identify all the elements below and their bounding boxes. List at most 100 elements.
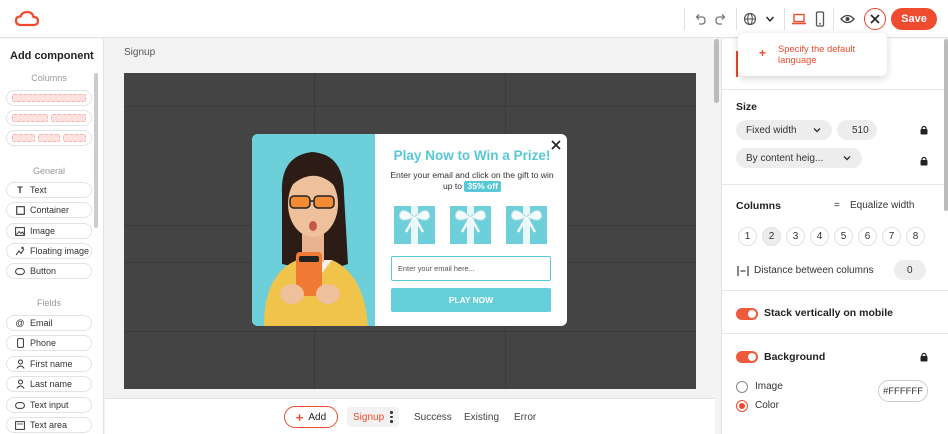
background-toggle[interactable]: [736, 351, 758, 363]
column-count-2[interactable]: 2: [762, 227, 781, 246]
component-image[interactable]: Image: [6, 223, 92, 239]
column-count-7[interactable]: 7: [882, 227, 901, 246]
canvas-scrollbar[interactable]: [714, 39, 719, 103]
redo-icon[interactable]: [711, 9, 731, 29]
column-count-5[interactable]: 5: [834, 227, 853, 246]
column-count-3[interactable]: 3: [786, 227, 805, 246]
column-count-1[interactable]: 1: [738, 227, 757, 246]
more-options-icon[interactable]: [390, 411, 393, 423]
stack-mobile-toggle[interactable]: [736, 308, 758, 320]
popup-image[interactable]: [252, 134, 375, 326]
chevron-down-icon: [813, 128, 821, 133]
chevron-down-icon: [843, 156, 851, 161]
column-count-4[interactable]: 4: [810, 227, 829, 246]
container-icon: [15, 205, 25, 215]
toolbar-divider: [684, 8, 685, 30]
woman-with-phone-illustration: [252, 134, 375, 326]
section-label-fields: Fields: [36, 298, 61, 308]
background-color-radio[interactable]: [736, 400, 748, 412]
grid-line: [124, 106, 696, 107]
columns-heading: Columns: [736, 200, 781, 212]
lock-icon[interactable]: [920, 125, 928, 135]
button-icon: [15, 266, 25, 276]
properties-scrollbar[interactable]: [944, 39, 948, 211]
component-text[interactable]: T Text: [6, 182, 92, 198]
mobile-icon[interactable]: [810, 9, 830, 29]
popup-email-input[interactable]: [391, 256, 551, 281]
background-color-input[interactable]: #FFFFFF: [878, 380, 928, 402]
gift-box-icon[interactable]: [505, 202, 548, 245]
size-heading: Size: [736, 101, 758, 113]
lock-icon[interactable]: [920, 156, 928, 166]
undo-icon[interactable]: [690, 9, 710, 29]
section-label-general: General: [32, 166, 66, 176]
text-input-icon: [15, 400, 25, 410]
gift-box-icon[interactable]: [393, 202, 436, 245]
page-tab-error[interactable]: Error: [514, 407, 536, 427]
editor-canvas[interactable]: Play Now to Win a Prize! Enter your emai…: [124, 73, 696, 389]
field-phone[interactable]: Phone: [6, 335, 92, 351]
component-label: First name: [30, 359, 73, 369]
page-tab-existing[interactable]: Existing: [464, 407, 499, 427]
discount-badge: 35% off: [464, 181, 502, 192]
stack-mobile-label: Stack vertically on mobile: [764, 307, 893, 319]
height-mode-value: By content heig...: [746, 152, 824, 164]
equalize-icon[interactable]: =: [834, 200, 840, 211]
component-label: Button: [30, 266, 57, 276]
column-count-8[interactable]: 8: [906, 227, 925, 246]
save-button[interactable]: Save: [891, 8, 937, 30]
field-last-name[interactable]: Last name: [6, 376, 92, 392]
column-layout-1[interactable]: [6, 90, 92, 106]
floating-image-icon: [15, 246, 25, 256]
width-value-input[interactable]: 510: [837, 120, 877, 140]
component-container[interactable]: Container: [6, 202, 92, 218]
field-text-input[interactable]: Text input: [6, 397, 92, 413]
equalize-width-button[interactable]: Equalize width: [850, 200, 914, 211]
column-layout-3[interactable]: [6, 130, 92, 146]
play-now-button[interactable]: PLAY NOW: [391, 288, 551, 312]
page-label: Signup: [124, 47, 156, 58]
component-button[interactable]: Button: [6, 263, 92, 279]
lock-icon[interactable]: [920, 352, 928, 362]
background-image-radio[interactable]: [736, 381, 748, 393]
specify-default-language-option[interactable]: Specify the default language: [778, 43, 878, 65]
section-divider: [722, 89, 948, 90]
close-icon: [870, 14, 880, 24]
component-label: Phone: [30, 338, 57, 348]
field-email[interactable]: @ Email: [6, 315, 92, 331]
gift-box-icon[interactable]: [449, 202, 492, 245]
field-text-area[interactable]: Text area: [6, 417, 92, 433]
close-editor-button[interactable]: [864, 8, 886, 30]
at-icon: @: [15, 318, 25, 328]
component-floating-image[interactable]: Floating image: [6, 243, 92, 259]
section-divider: [722, 290, 948, 291]
laptop-icon[interactable]: [789, 9, 809, 29]
column-layout-2[interactable]: [6, 110, 92, 126]
image-icon: [15, 226, 25, 236]
column-distance-input[interactable]: 0: [894, 260, 926, 280]
text-area-icon: [15, 420, 25, 430]
component-label: Last name: [30, 379, 73, 389]
popup-preview[interactable]: Play Now to Win a Prize! Enter your emai…: [252, 134, 567, 326]
globe-icon[interactable]: [740, 9, 760, 29]
page-tab-signup[interactable]: Signup: [347, 407, 399, 427]
field-first-name[interactable]: First name: [6, 356, 92, 372]
logo-icon[interactable]: [14, 10, 40, 28]
person-icon: [15, 359, 25, 369]
toolbar-divider: [784, 8, 785, 30]
language-dropdown: + Specify the default language: [738, 33, 887, 76]
add-component-panel: Add component Columns General T Text Con…: [0, 39, 104, 434]
background-image-label: Image: [755, 381, 783, 392]
distance-label: Distance between columns: [754, 265, 874, 276]
left-panel-scrollbar[interactable]: [94, 73, 98, 228]
add-page-button[interactable]: + Add: [284, 406, 338, 428]
width-mode-select[interactable]: Fixed width: [736, 120, 832, 140]
column-count-6[interactable]: 6: [858, 227, 877, 246]
page-tabs-bar: + Add Signup Success Existing Error: [105, 398, 715, 434]
page-tab-success[interactable]: Success: [414, 407, 452, 427]
column-distance-icon: [737, 266, 749, 276]
popup-title: Play Now to Win a Prize!: [393, 148, 551, 163]
height-mode-select[interactable]: By content heig...: [736, 148, 862, 168]
chevron-down-icon[interactable]: [760, 9, 780, 29]
eye-icon[interactable]: [837, 9, 857, 29]
